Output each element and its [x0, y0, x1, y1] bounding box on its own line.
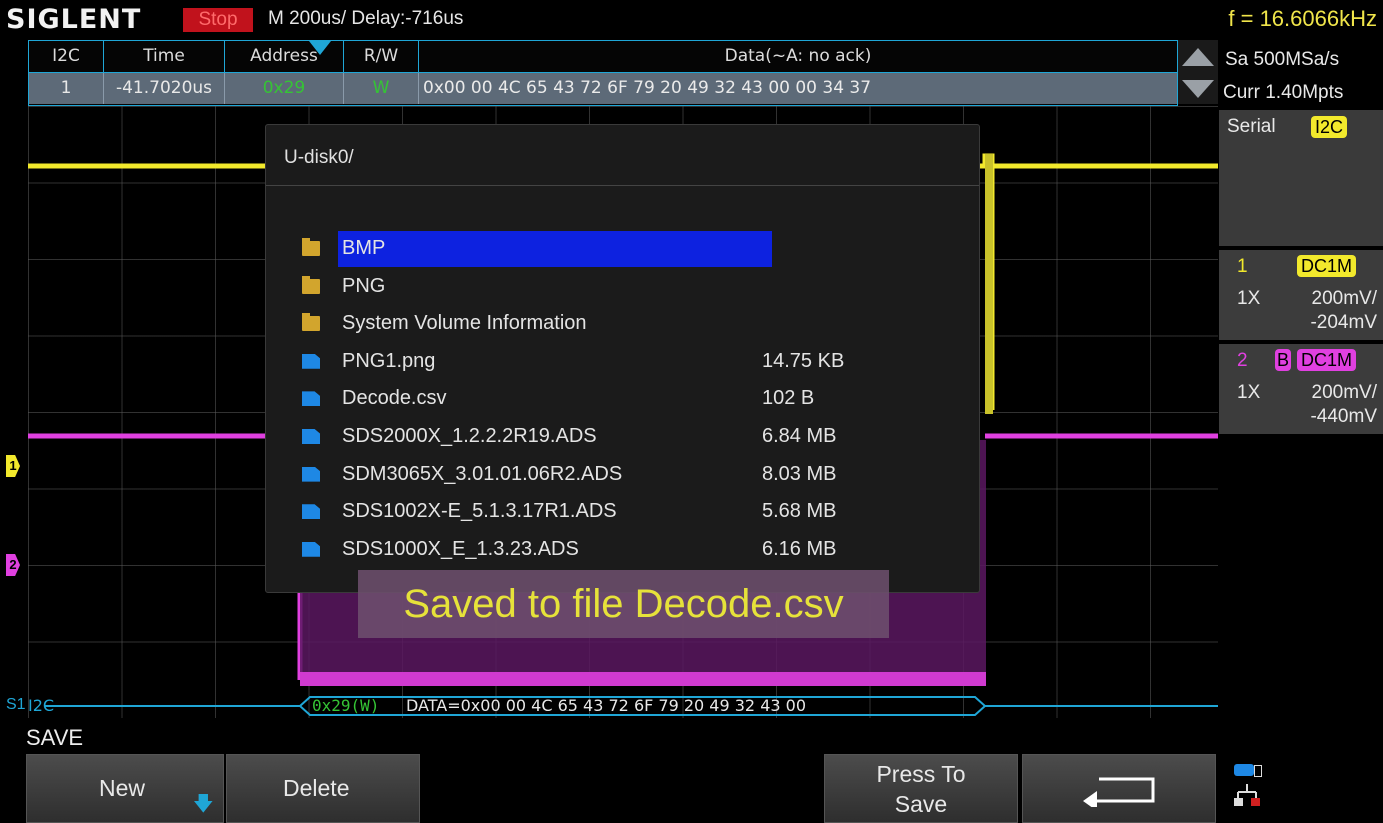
- item-name: SDS1002X-E_5.1.3.17R1.ADS: [342, 500, 617, 523]
- new-button[interactable]: New 🡇: [26, 754, 224, 823]
- item-size: 102 B: [762, 387, 815, 410]
- item-size: 14.75 KB: [762, 349, 845, 372]
- file-icon: [302, 429, 320, 444]
- item-name: PNG: [342, 274, 386, 297]
- delete-button[interactable]: Delete: [226, 754, 420, 823]
- usb-network-status-icon: [1232, 760, 1272, 816]
- current-path: U-disk0/: [284, 147, 354, 168]
- delete-button-label: Delete: [283, 775, 350, 801]
- press-label-line1: Press To: [876, 761, 966, 787]
- arrow-down-icon: 🡇: [193, 793, 214, 815]
- item-name: System Volume Information: [342, 312, 587, 335]
- folder-icon: [302, 275, 320, 294]
- file-icon: [302, 466, 320, 482]
- file-row[interactable]: PNG1.png 14.75 KB: [298, 344, 948, 380]
- folder-icon: [302, 238, 320, 256]
- file-icon: [302, 391, 320, 407]
- bus-address-text: 0x29(W): [312, 696, 380, 715]
- file-row[interactable]: SDS1000X_E_1.3.23.ADS 6.16 MB: [298, 532, 948, 568]
- folder-row[interactable]: System Volume Information: [298, 306, 948, 342]
- folder-row[interactable]: PNG: [298, 269, 948, 305]
- bus-protocol-label: I2C: [28, 696, 55, 715]
- item-size: 6.84 MB: [762, 425, 837, 447]
- file-row[interactable]: SDM3065X_3.01.01.06R2.ADS 8.03 MB: [298, 457, 948, 493]
- save-toast-message: Saved to file Decode.csv: [358, 570, 889, 638]
- return-arrow-icon: [1083, 777, 1155, 807]
- folder-row[interactable]: BMP: [298, 231, 948, 267]
- new-button-label: New: [99, 775, 146, 801]
- menu-title: SAVE: [26, 725, 84, 750]
- file-row[interactable]: SDS2000X_1.2.2.2R19.ADS 6.84 MB: [298, 419, 948, 455]
- folder-icon: [302, 313, 320, 332]
- bus-channel-label: S1: [6, 696, 26, 713]
- file-icon: [302, 353, 320, 369]
- item-name: SDS1000X_E_1.3.23.ADS: [342, 537, 579, 560]
- item-name: BMP: [342, 237, 386, 259]
- item-size: 6.16 MB: [762, 537, 837, 560]
- item-name: SDM3065X_3.01.01.06R2.ADS: [342, 462, 623, 485]
- file-row[interactable]: Decode.csv 102 B: [298, 381, 948, 417]
- selection-highlight: [338, 231, 772, 267]
- file-browser-dialog: U-disk0/ BMP PNG System Volume Information…: [265, 124, 980, 593]
- file-icon: [302, 541, 320, 557]
- return-button[interactable]: [1022, 754, 1216, 823]
- press-label-line2: Save: [894, 791, 948, 817]
- item-size: 8.03 MB: [762, 462, 837, 485]
- file-row[interactable]: SDS1002X-E_5.1.3.17R1.ADS 5.68 MB: [298, 494, 948, 530]
- item-name: PNG1.png: [342, 349, 436, 372]
- item-name: SDS2000X_1.2.2.2R19.ADS: [342, 425, 597, 447]
- file-icon: [302, 504, 320, 520]
- bus-data-text: DATA=0x00 00 4C 65 43 72 6F 79 20 49 32 …: [406, 696, 806, 715]
- item-name: Decode.csv: [342, 387, 447, 410]
- item-size: 5.68 MB: [762, 500, 837, 523]
- press-to-save-button[interactable]: Press To Save: [824, 754, 1018, 823]
